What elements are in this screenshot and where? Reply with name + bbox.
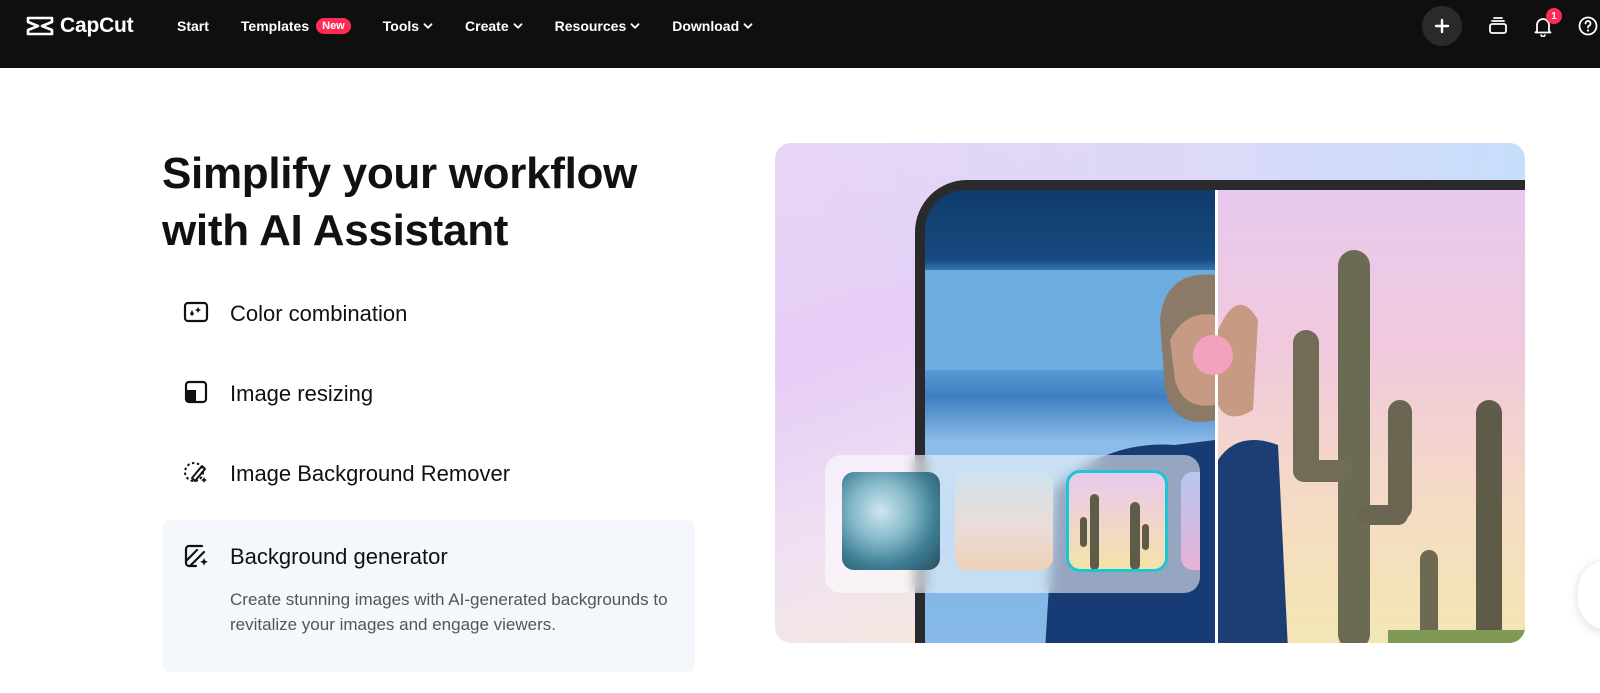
help-icon [1578,16,1598,36]
chevron-down-icon [423,23,433,29]
page-title-line-1: Simplify your workflow [162,149,638,198]
feature-label: Color combination [230,301,408,326]
cactus-thumbnail-art [1080,494,1149,570]
feature-label: Image Background Remover [230,461,511,486]
generated-background-side [1218,190,1525,643]
feature-description: Create stunning images with AI-generated… [230,590,668,634]
feature-image-background-remover[interactable]: Image Background Remover [162,450,695,500]
main-nav: Start Templates New Tools Create Resourc… [177,0,753,52]
page-title: Simplify your workflow with AI Assistant [162,145,722,259]
logo-text: CapCut [60,14,134,37]
feature-background-generator[interactable]: Background generator Create stunning ima… [162,520,695,672]
nav-tools[interactable]: Tools [383,18,433,34]
nav-start[interactable]: Start [177,18,209,34]
feature-image-resizing[interactable]: Image resizing [162,370,695,420]
thumbnail-desert-cactus[interactable] [1066,470,1168,572]
new-badge: New [316,18,351,34]
thumbnail-pastel-sky[interactable] [955,472,1053,570]
cactus-illustration [1218,250,1525,643]
color-combination-icon [182,298,210,326]
chevron-down-icon [743,23,753,29]
capcut-logo[interactable]: CapCut [26,14,134,38]
resize-icon [182,378,210,406]
notification-count-badge: 1 [1546,8,1562,24]
nav-templates-label: Templates [240,18,310,34]
background-remover-icon [182,458,210,486]
feature-label: Background generator [230,544,448,569]
chevron-down-icon [630,23,640,29]
nav-tools-label: Tools [382,18,420,34]
page-title-line-2: with AI Assistant [162,206,509,255]
nav-templates[interactable]: Templates New [241,18,351,34]
help-button[interactable] [1576,14,1600,38]
capcut-logo-icon [26,16,54,36]
nav-resources-label: Resources [554,18,627,34]
comparison-divider[interactable] [1215,190,1218,643]
side-widget-button[interactable] [1578,560,1600,630]
top-navigation-bar: CapCut Start Templates New Tools Create … [0,0,1600,68]
nav-resources[interactable]: Resources [555,18,641,34]
stack-icon [1489,17,1507,34]
background-thumbnails [825,455,1200,593]
nav-download[interactable]: Download [672,18,753,34]
nav-download-label: Download [672,18,740,34]
plus-icon [1434,18,1450,34]
thumbnail-pink-gradient[interactable] [1181,472,1200,570]
nav-start-label: Start [177,18,209,34]
chevron-down-icon [513,23,523,29]
projects-button[interactable] [1486,14,1510,38]
bubble-gum [1193,335,1233,375]
thumbnail-ocean-waves[interactable] [842,472,940,570]
background-generator-icon [182,542,210,570]
create-new-button[interactable] [1422,6,1462,46]
nav-create[interactable]: Create [465,18,523,34]
feature-color-combination[interactable]: Color combination [162,290,695,340]
hero-image [775,143,1525,643]
feature-label: Image resizing [230,381,374,406]
nav-create-label: Create [465,18,509,34]
